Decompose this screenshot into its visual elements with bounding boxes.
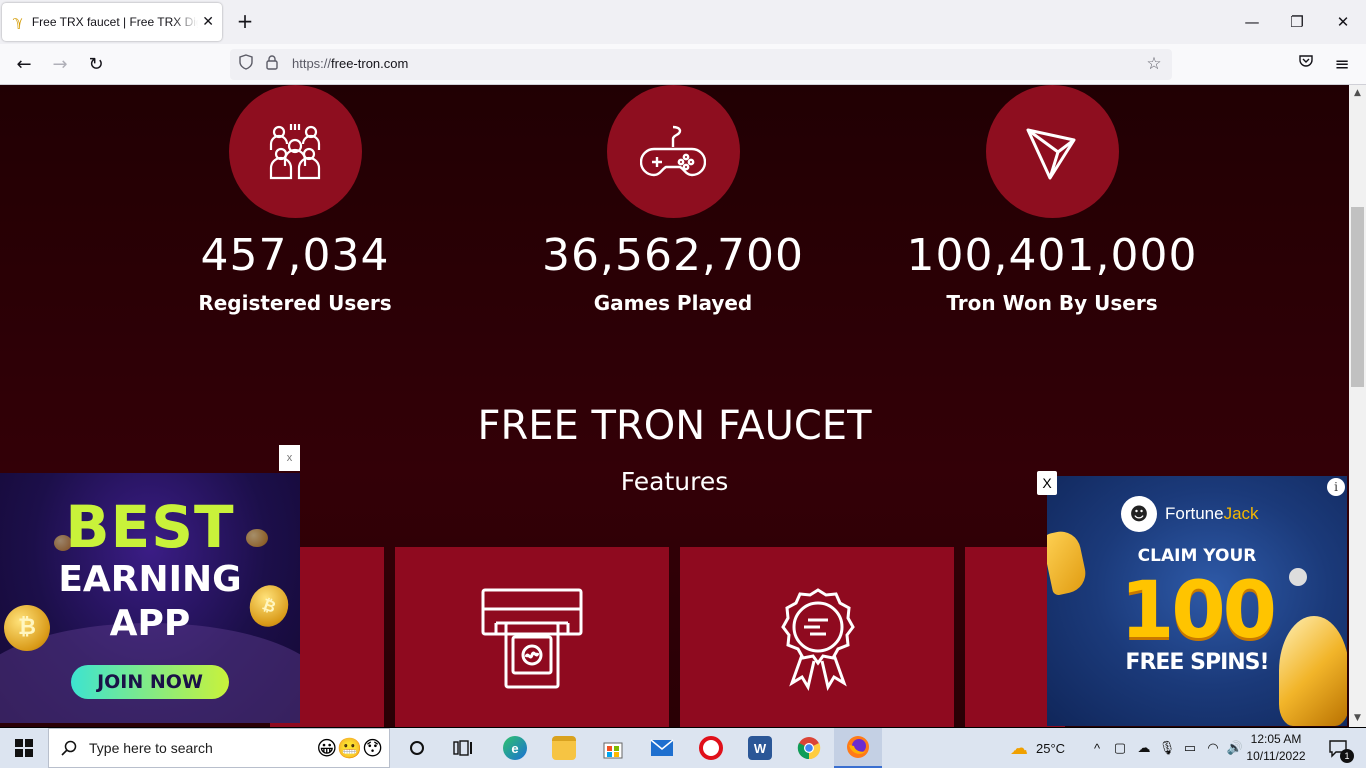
browser-navbar: ← → ↻ https://free-tron.com ☆ ≡ bbox=[0, 44, 1366, 85]
minimize-icon[interactable]: — bbox=[1240, 11, 1264, 33]
stat-registered-users: 457,034 Registered Users bbox=[145, 85, 445, 315]
scroll-up-icon[interactable]: ▲ bbox=[1349, 85, 1366, 102]
ad-right-close-button[interactable]: X bbox=[1037, 471, 1057, 495]
tab-favicon-icon: ℽ bbox=[12, 14, 24, 30]
stat-value: 457,034 bbox=[200, 230, 390, 281]
emoji-search-highlight-icon: 😀😬😯 bbox=[316, 736, 383, 760]
windows-start-icon[interactable] bbox=[0, 728, 48, 768]
weather-widget[interactable]: ☁ 25°C bbox=[1010, 728, 1065, 768]
window-close-icon[interactable]: ✕ bbox=[1331, 11, 1355, 33]
fortunejack-logo-icon: ☻ bbox=[1121, 496, 1157, 532]
search-icon bbox=[61, 740, 77, 756]
url-prefix: https:// bbox=[292, 56, 332, 71]
address-bar[interactable]: https://free-tron.com ☆ bbox=[230, 49, 1172, 80]
fortunejack-logo: ☻ FortuneJack bbox=[1121, 496, 1259, 532]
microsoft-store-icon[interactable] bbox=[598, 728, 628, 768]
gamepad-icon bbox=[640, 125, 706, 176]
menu-icon[interactable]: ≡ bbox=[1330, 53, 1354, 77]
taskbar-search-box[interactable]: Type here to search 😀😬😯 bbox=[48, 728, 390, 768]
tab-title: Free TRX faucet | Free TRX Digital bbox=[31, 15, 198, 29]
brand-part-a: Fortune bbox=[1165, 504, 1224, 523]
fortunejack-brand-name: FortuneJack bbox=[1165, 504, 1259, 524]
users-icon bbox=[269, 123, 321, 179]
system-tray: ^ ▢ ☁ 🎙 ▭ ◠ 🔊 bbox=[1086, 728, 1246, 768]
url-domain: free-tron.com bbox=[331, 56, 409, 71]
stat-label: Tron Won By Users bbox=[946, 291, 1158, 315]
restore-icon[interactable]: ❐ bbox=[1285, 11, 1309, 33]
brand-part-b: Jack bbox=[1223, 504, 1259, 523]
stat-label: Games Played bbox=[593, 291, 753, 315]
taskbar-clock[interactable]: 12:05 AM 10/11/2022 bbox=[1242, 731, 1310, 765]
firefox-icon[interactable] bbox=[834, 728, 882, 768]
ad-info-icon[interactable]: i bbox=[1327, 478, 1345, 496]
bookmark-star-icon[interactable]: ☆ bbox=[1144, 54, 1164, 74]
weather-temperature: 25°C bbox=[1036, 740, 1066, 756]
clock-time: 12:05 AM bbox=[1250, 732, 1302, 746]
stat-circle bbox=[228, 85, 362, 218]
feature-card-withdraw[interactable] bbox=[395, 547, 669, 727]
mail-icon[interactable] bbox=[647, 728, 677, 768]
ad-banner-right[interactable]: ☻ FortuneJack CLAIM YOUR 100 FREE SPINS!… bbox=[1047, 476, 1347, 726]
opera-icon[interactable] bbox=[696, 728, 726, 768]
microphone-icon[interactable]: 🎙 bbox=[1156, 740, 1178, 756]
ad-headline-best: BEST bbox=[65, 493, 235, 561]
windows-taskbar: Type here to search 😀😬😯 e W ☁ 25°C ^ ▢ ☁… bbox=[0, 728, 1366, 768]
file-explorer-icon[interactable] bbox=[549, 728, 579, 768]
ad-left-close-button[interactable]: x bbox=[279, 445, 300, 471]
stat-label: Registered Users bbox=[198, 291, 392, 315]
lock-icon[interactable] bbox=[262, 54, 282, 74]
ad-headline-app: APP bbox=[109, 603, 191, 644]
tron-logo-icon bbox=[1026, 128, 1076, 179]
notifications-icon[interactable]: 1 bbox=[1318, 728, 1358, 768]
shield-icon[interactable] bbox=[236, 54, 256, 74]
forward-icon[interactable]: → bbox=[48, 53, 72, 77]
stat-circle bbox=[985, 85, 1119, 218]
award-badge-icon bbox=[781, 588, 855, 691]
battery-icon[interactable]: ▭ bbox=[1178, 740, 1202, 756]
scrollbar-thumb[interactable] bbox=[1351, 207, 1364, 387]
task-view-icon[interactable] bbox=[448, 728, 478, 768]
stat-games-played: 36,562,700 Games Played bbox=[523, 85, 823, 315]
back-icon[interactable]: ← bbox=[12, 53, 36, 77]
scroll-down-icon[interactable]: ▼ bbox=[1349, 710, 1366, 727]
section-title: FREE TRON FAUCET bbox=[477, 403, 872, 449]
new-tab-button[interactable]: + bbox=[234, 10, 256, 32]
feature-card-rewards[interactable] bbox=[680, 547, 954, 727]
page-scrollbar[interactable]: ▲ ▼ bbox=[1349, 85, 1366, 727]
pocket-icon[interactable] bbox=[1294, 53, 1318, 77]
meet-now-icon[interactable]: ▢ bbox=[1108, 740, 1132, 756]
browser-tab[interactable]: ℽ Free TRX faucet | Free TRX Digital ✕ bbox=[2, 3, 222, 41]
url-text[interactable]: https://free-tron.com bbox=[292, 56, 408, 71]
reload-icon[interactable]: ↻ bbox=[84, 53, 108, 77]
search-placeholder: Type here to search bbox=[89, 740, 213, 756]
stat-value: 100,401,000 bbox=[906, 230, 1198, 281]
stat-tron-won: 100,401,000 Tron Won By Users bbox=[902, 85, 1202, 315]
stat-circle bbox=[606, 85, 740, 218]
chrome-icon[interactable] bbox=[794, 728, 824, 768]
ad-claim-text: CLAIM YOUR bbox=[1137, 546, 1257, 566]
weather-sun-cloud-icon: ☁ bbox=[1010, 737, 1028, 758]
show-hidden-icons-chevron-icon[interactable]: ^ bbox=[1086, 741, 1108, 756]
tab-close-icon[interactable]: ✕ bbox=[202, 14, 214, 30]
wifi-icon[interactable]: ◠ bbox=[1202, 740, 1224, 756]
atm-cash-icon bbox=[481, 588, 583, 689]
word-icon[interactable]: W bbox=[745, 728, 775, 768]
ad-headline-earning: EARNING bbox=[58, 559, 242, 600]
onedrive-cloud-icon[interactable]: ☁ bbox=[1132, 740, 1156, 756]
stat-value: 36,562,700 bbox=[542, 230, 804, 281]
cortana-icon[interactable] bbox=[402, 728, 432, 768]
ad-free-spins-text: FREE SPINS! bbox=[1125, 650, 1269, 675]
edge-icon[interactable]: e bbox=[500, 728, 530, 768]
ad-big-number: 100 bbox=[1120, 566, 1277, 656]
clock-date: 10/11/2022 bbox=[1246, 749, 1306, 763]
ad-join-now-button[interactable]: JOIN NOW bbox=[71, 665, 229, 699]
browser-titlebar: ℽ Free TRX faucet | Free TRX Digital ✕ +… bbox=[0, 0, 1366, 44]
notification-count-badge: 1 bbox=[1340, 749, 1354, 763]
ad-banner-left[interactable]: ₿ ₿ BEST EARNING APP JOIN NOW bbox=[0, 473, 300, 723]
